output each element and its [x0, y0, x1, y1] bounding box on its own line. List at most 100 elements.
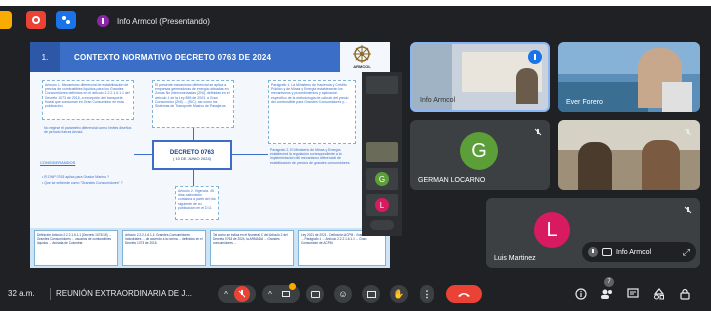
- stop-recording-button[interactable]: [26, 11, 46, 29]
- participant-tile-video[interactable]: [558, 120, 700, 190]
- mic-off-icon: [682, 126, 694, 138]
- present-settings-button[interactable]: [56, 11, 76, 29]
- speaking-icon: [528, 50, 542, 64]
- connector: [193, 128, 194, 140]
- box-paragraph-2: Parágrafo 2. El Ministerio de Minas y En…: [270, 148, 351, 165]
- host-controls-button[interactable]: [678, 287, 692, 301]
- participant-tile-ever-forero[interactable]: Ever Forero: [558, 42, 700, 112]
- activities-button[interactable]: [652, 287, 666, 301]
- video-background: [558, 82, 648, 112]
- preview-thumb: L: [366, 194, 398, 216]
- camera-control[interactable]: ^: [262, 283, 300, 303]
- people-share-icon: [62, 16, 70, 24]
- presenter-dot-icon: [97, 15, 109, 27]
- participant-name: Ever Forero: [566, 99, 603, 106]
- bottom-box-1: Definición Artículo 2.2.2.1.6.1.1 (Decre…: [34, 230, 118, 266]
- hang-up-icon: [458, 293, 470, 297]
- clock: 32 a.m.: [8, 289, 35, 298]
- captions-button[interactable]: [306, 285, 324, 303]
- decree-center-box: DECRETO 0763 ( 10 DE JUNIO 2024): [152, 140, 232, 170]
- mic-off-icon: [682, 204, 694, 216]
- mic-control[interactable]: ^: [218, 285, 256, 303]
- connector: [134, 154, 152, 155]
- bottom-box-2: Artículo 2.2.2.1.6.1.1: Grandes Consumid…: [122, 230, 206, 266]
- person-silhouette: [516, 68, 538, 104]
- slide-title: CONTEXTO NORMATIVO DECRETO 0763 DE 2024: [74, 52, 272, 62]
- emoji-icon: ☺: [338, 289, 348, 299]
- preview-thumb: [366, 142, 398, 162]
- participant-name: GERMAN LOCARNO: [418, 177, 486, 184]
- avatar: G: [460, 132, 498, 170]
- record-icon: [32, 16, 40, 24]
- preview-thumb: G: [366, 168, 398, 190]
- slide-number: 1.: [30, 42, 60, 72]
- shared-slide: 1. CONTEXTO NORMATIVO DECRETO 0763 DE 20…: [30, 42, 390, 268]
- self-view-bar: Info Armcol ⤢: [582, 242, 696, 262]
- expand-icon[interactable]: ⤢: [683, 247, 690, 258]
- present-button[interactable]: [362, 285, 380, 303]
- self-view-name: Info Armcol: [616, 248, 652, 256]
- hand-icon: ✋: [393, 288, 405, 299]
- chat-button[interactable]: [626, 287, 640, 301]
- info-icon[interactable]: [574, 287, 588, 301]
- chevron-up-icon[interactable]: ^: [268, 290, 272, 299]
- present-screen-icon: [366, 290, 376, 298]
- participant-name: Info Armcol: [420, 97, 456, 104]
- box-article-2: Artículo 2. Vigencia. 45 días calendario…: [175, 186, 219, 220]
- emoji-button[interactable]: ☺: [334, 285, 352, 303]
- slide-header: 1. CONTEXTO NORMATIVO DECRETO 0763 DE 20…: [30, 42, 340, 72]
- participant-tile-german-locarno[interactable]: G GERMAN LOCARNO: [410, 120, 550, 190]
- people-icon: [601, 289, 612, 299]
- meeting-title: REUNIÓN EXTRAORDINARIA DE J...: [56, 289, 193, 298]
- preview-controls[interactable]: [370, 220, 394, 230]
- considerandos-link[interactable]: CONSIDERANDOS: [40, 160, 75, 165]
- connector: [193, 170, 194, 186]
- logo-text: ARMCOL: [353, 64, 371, 69]
- mic-off-icon: [532, 126, 544, 138]
- self-camera-icon[interactable]: [602, 248, 612, 256]
- presenting-indicator: Info Armcol (Presentando): [93, 12, 220, 30]
- bullet-text: El DNP 0763 aplica para Orador Marino ?: [44, 175, 109, 179]
- more-vert-icon: ⋮: [422, 288, 432, 299]
- decree-date: ( 10 DE JUNIO 2024): [172, 155, 211, 161]
- slide-bullets: • El DNP 0763 aplica para Orador Marino …: [42, 174, 123, 186]
- mini-avatar-g: G: [375, 172, 389, 186]
- chevron-up-icon[interactable]: ^: [224, 290, 228, 299]
- leave-call-button[interactable]: [446, 285, 482, 303]
- mini-avatar-l: L: [375, 198, 389, 212]
- video-background: [558, 120, 700, 150]
- box-mechanism: El presente mecanismo diferencial se apl…: [152, 80, 234, 128]
- people-button[interactable]: 7: [600, 277, 614, 301]
- presenting-bar: Info Armcol (Presentando): [0, 6, 711, 34]
- person-silhouette: [642, 140, 680, 190]
- avatar: L: [534, 212, 570, 248]
- camera-button[interactable]: [277, 283, 296, 302]
- chat-icon: [627, 288, 639, 298]
- participant-tile-luis-martinez[interactable]: L Luis Martinez Info Armcol ⤢: [486, 198, 700, 268]
- box-note: No regirse el parámetro diferencial como…: [44, 126, 132, 135]
- person-shirt: [662, 82, 692, 112]
- divider: [50, 288, 51, 300]
- armcol-logo: ARMCOL: [342, 44, 382, 70]
- presenting-text: Info Armcol (Presentando): [117, 16, 210, 26]
- ship-wheel-icon: [353, 45, 371, 63]
- shapes-icon: [653, 288, 665, 300]
- mic-off-button[interactable]: [233, 286, 250, 302]
- bottom-control-bar: 32 a.m. REUNIÓN EXTRAORDINARIA DE J... ^…: [0, 276, 711, 311]
- person-silhouette: [578, 142, 612, 190]
- more-options-button[interactable]: ⋮: [420, 285, 434, 303]
- warning-badge: [288, 283, 296, 290]
- box-paragraph-1: Parágrafo 1. La Ministerio de Hacienda y…: [268, 80, 356, 144]
- participant-tile-info-armcol[interactable]: Info Armcol: [410, 42, 550, 112]
- captions-icon: [310, 290, 320, 298]
- yellow-tab-icon[interactable]: [0, 11, 12, 29]
- self-mic-off-icon[interactable]: [588, 247, 598, 257]
- presenter-preview-strip: G L: [362, 72, 402, 236]
- bottom-box-3: Tal como se indica en el Numeral C del A…: [210, 230, 294, 266]
- lock-person-icon: [680, 288, 690, 300]
- participant-name: Luis Martinez: [494, 255, 536, 262]
- mic-off-icon: [238, 290, 246, 298]
- camera-icon: [281, 291, 290, 297]
- raise-hand-button[interactable]: ✋: [390, 285, 408, 303]
- box-article-1: Artículo 1. Mecanismo diferencial de est…: [42, 80, 134, 120]
